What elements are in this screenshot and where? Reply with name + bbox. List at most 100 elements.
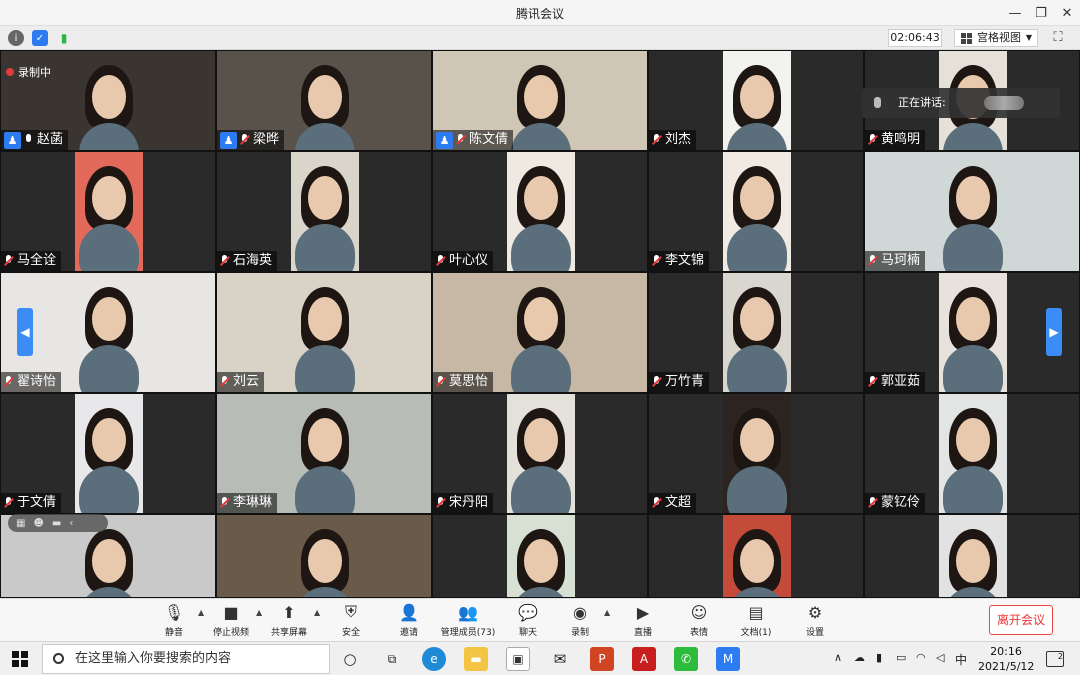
- system-clock[interactable]: 20:16 2021/5/12: [978, 644, 1034, 674]
- security-label: 安全: [341, 628, 360, 638]
- participant-tile[interactable]: 马珂楠: [864, 151, 1080, 272]
- view-mode-select[interactable]: 宫格视图 ▼: [954, 29, 1038, 47]
- info-icon[interactable]: i: [8, 30, 24, 46]
- stop-video-button[interactable]: ■ 停止视频: [212, 602, 250, 640]
- members-icon: 👥: [458, 602, 478, 622]
- person-face: [740, 297, 774, 341]
- participant-nametag: 刘云: [217, 372, 265, 392]
- mute-button[interactable]: 🎙 静音: [160, 602, 188, 640]
- settings-button[interactable]: ⚙ 设置: [802, 602, 828, 640]
- participant-tile[interactable]: 万竹青: [648, 272, 864, 393]
- record-icon: ◉: [573, 602, 587, 622]
- participant-tile[interactable]: 李琳琳: [216, 393, 432, 514]
- participant-tile[interactable]: ♟ 陈文倩: [432, 50, 648, 151]
- chat-icon[interactable]: ▬: [52, 518, 61, 529]
- speaker-avatar: [984, 96, 1024, 110]
- participant-tile[interactable]: 刘杰: [648, 50, 864, 151]
- edge-icon[interactable]: e: [422, 647, 446, 671]
- participant-tile[interactable]: 文超: [648, 393, 864, 514]
- microphone-muted-icon: [652, 134, 662, 146]
- chevron-up-icon[interactable]: ▲: [314, 608, 320, 617]
- chevron-up-icon[interactable]: ▲: [604, 608, 610, 617]
- microphone-muted-icon: [4, 376, 14, 388]
- video-grid: ♟ 赵菡 ♟ 梁晔 ♟ 陈文倩 刘杰 黄鸣明 马全诠 石海英 叶心仪 李文锦 马珂楠 翟诗怡 刘云 莫思怡 万竹…: [0, 50, 1080, 598]
- participant-tile[interactable]: [216, 514, 432, 598]
- prev-page-button[interactable]: ◀: [17, 308, 33, 356]
- participant-tile[interactable]: 蒙钇伶: [864, 393, 1080, 514]
- powerpoint-icon[interactable]: P: [590, 647, 614, 671]
- participant-tile[interactable]: 马全诠: [0, 151, 216, 272]
- manage-members-button[interactable]: 👥 管理成员(73): [441, 602, 495, 640]
- security-button[interactable]: ⛨ 安全: [338, 602, 364, 640]
- participant-name: 黄鸣明: [881, 132, 921, 147]
- host-icon: ♟: [220, 131, 237, 149]
- notification-count: 2: [1057, 652, 1063, 661]
- close-button[interactable]: ✕: [1052, 0, 1080, 26]
- collapse-icon[interactable]: ‹: [69, 518, 73, 529]
- battery-icon[interactable]: ▭: [896, 651, 906, 664]
- fullscreen-icon[interactable]: ⛶: [1050, 30, 1066, 46]
- person-face: [308, 297, 342, 341]
- ime-indicator[interactable]: 中: [955, 651, 967, 668]
- participant-tile[interactable]: 于文倩: [0, 393, 216, 514]
- chevron-up-icon[interactable]: ▲: [256, 608, 262, 617]
- microphone-icon: [24, 134, 34, 146]
- chevron-up-icon[interactable]: ∧: [834, 651, 842, 664]
- windows-start-icon[interactable]: [12, 651, 28, 667]
- participant-nametag: 万竹青: [649, 372, 710, 392]
- microphone-muted-icon: [868, 376, 878, 388]
- chat-button[interactable]: 💬 聊天: [515, 602, 541, 640]
- participant-tile[interactable]: [864, 514, 1080, 598]
- leave-meeting-button[interactable]: 离开会议: [989, 605, 1053, 635]
- info-bar: i ✓ ▮ 02:06:43 宫格视图 ▼ ⛶: [0, 26, 1080, 50]
- meeting-toolbar: 🎙 静音 ▲ ■ 停止视频 ▲ ⬆ 共享屏幕 ▲ ⛨ 安全 👤 邀请 👥 管理成…: [0, 598, 1080, 641]
- participant-name: 刘云: [233, 374, 260, 389]
- wechat-icon[interactable]: ✆: [674, 647, 698, 671]
- file-explorer-icon[interactable]: ▬: [464, 647, 488, 671]
- participant-tile[interactable]: 宋丹阳: [432, 393, 648, 514]
- person-face: [92, 539, 126, 583]
- participant-tile[interactable]: 刘云: [216, 272, 432, 393]
- acrobat-icon[interactable]: A: [632, 647, 656, 671]
- person-face: [308, 418, 342, 462]
- participant-tile[interactable]: [432, 514, 648, 598]
- emoji-icon[interactable]: ☻: [33, 518, 43, 529]
- taskbar-search-input[interactable]: 在这里输入你要搜索的内容: [42, 644, 330, 674]
- participant-tile[interactable]: 李文锦: [648, 151, 864, 272]
- gear-icon: ⚙: [807, 602, 823, 622]
- participant-name: 文超: [665, 495, 692, 510]
- notification-icon[interactable]: 2: [1046, 651, 1064, 667]
- tencent-meeting-icon[interactable]: M: [716, 647, 740, 671]
- speaking-indicator: 正在讲话:: [862, 88, 1060, 118]
- participant-nametag: 于文倩: [1, 493, 62, 513]
- mail-icon[interactable]: ✉: [548, 647, 572, 671]
- participant-nametag: ♟ 赵菡: [1, 130, 69, 150]
- participant-name: 刘杰: [665, 132, 692, 147]
- person-face: [524, 297, 558, 341]
- participant-tile[interactable]: [648, 514, 864, 598]
- task-view-icon[interactable]: ⧉: [380, 647, 404, 671]
- cloud-icon[interactable]: ☁: [854, 651, 865, 664]
- participant-tile[interactable]: 莫思怡: [432, 272, 648, 393]
- participant-tile[interactable]: 叶心仪: [432, 151, 648, 272]
- share-screen-label: 共享屏幕: [270, 628, 307, 638]
- microphone-icon[interactable]: ▮: [876, 651, 882, 664]
- record-button[interactable]: ◉ 录制: [567, 602, 593, 640]
- cortana-icon[interactable]: ○: [338, 647, 362, 671]
- participant-tile[interactable]: 石海英: [216, 151, 432, 272]
- reactions-button[interactable]: ☺ 表情: [686, 602, 712, 640]
- next-page-button[interactable]: ▶: [1046, 308, 1062, 356]
- documents-button[interactable]: ▤ 文档(1): [740, 602, 772, 640]
- store-icon[interactable]: ▣: [506, 647, 530, 671]
- invite-button[interactable]: 👤 邀请: [396, 602, 422, 640]
- participant-tile[interactable]: ♟ 梁晔: [216, 50, 432, 151]
- volume-icon[interactable]: ◁: [936, 651, 944, 664]
- live-button[interactable]: ▶ 直播: [630, 602, 656, 640]
- layout-icon[interactable]: ▦: [16, 518, 25, 529]
- signal-icon[interactable]: ▮: [56, 30, 72, 46]
- shield-icon[interactable]: ✓: [32, 30, 48, 46]
- chevron-up-icon[interactable]: ▲: [198, 608, 204, 617]
- wifi-icon[interactable]: ◠: [916, 651, 926, 664]
- settings-label: 设置: [805, 628, 824, 638]
- share-screen-button[interactable]: ⬆ 共享屏幕: [270, 602, 308, 640]
